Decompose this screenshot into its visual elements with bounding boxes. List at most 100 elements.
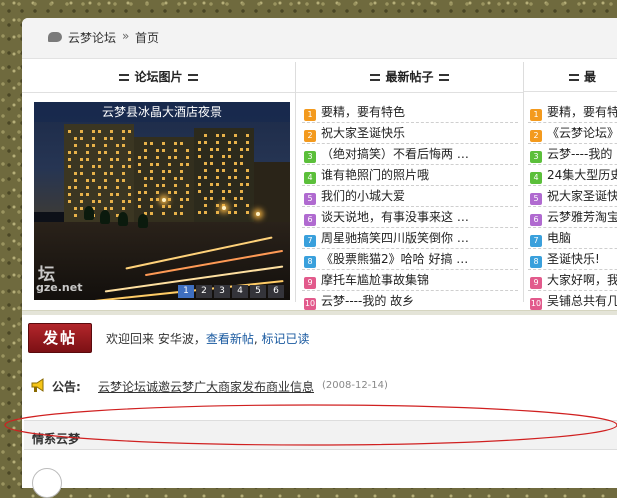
post-title-link[interactable]: 24集大型历史 [547,168,617,182]
lit-window [104,144,107,147]
lit-window [234,169,237,172]
lit-window [74,151,77,154]
lit-window [122,179,125,182]
menu-bars-icon [438,74,449,81]
post-title-link[interactable]: 电脑 [547,231,571,245]
post-title-link[interactable]: 云梦----我的 故乡 [321,294,414,308]
section-title[interactable]: 情系云梦 [32,430,80,447]
lit-window [162,212,165,215]
lit-window [222,162,225,165]
lit-window [216,134,219,137]
mark-read-link[interactable]: 标记已读 [261,332,309,346]
slide-page-button[interactable]: 3 [214,285,230,298]
lit-window [246,169,249,172]
lit-window [138,156,141,159]
photo-slideshow[interactable]: 云梦县冰晶大酒店夜景 坛 gze.net 123456 [34,102,290,300]
lit-window [204,211,207,214]
breadcrumb-current[interactable]: 首页 [135,29,159,46]
lit-window [210,162,213,165]
slide-page-button[interactable]: 2 [196,285,212,298]
lit-window [110,158,113,161]
list-item: 5 祝大家圣诞快 [528,186,617,207]
lit-window [116,179,119,182]
post-title-link[interactable]: 谈天说地，有事没事来这 … [321,210,469,224]
lit-window [168,170,171,173]
lit-window [246,176,249,179]
lit-window [228,190,231,193]
lit-window [128,158,131,161]
third-column-title: 最 [584,70,597,84]
post-title-link[interactable]: 要精，要有特色 [547,105,617,119]
post-title-link[interactable]: 我们的小城大爱 [321,189,405,203]
lit-window [74,144,77,147]
list-item: 1 要精，要有特色 [528,102,617,123]
lit-window [174,191,177,194]
slide-page-button[interactable]: 4 [232,285,248,298]
lit-window [186,198,189,201]
lit-window [98,186,101,189]
slide-page-button[interactable]: 1 [178,285,194,298]
lit-window [180,212,183,215]
list-item: 6 云梦雅芳淘宝 [528,207,617,228]
breadcrumb-home-link[interactable]: 云梦论坛 [68,29,116,46]
rank-badge: 7 [304,235,316,247]
lit-window [228,211,231,214]
lit-window [98,193,101,196]
post-title-link[interactable]: 大家好啊，我 [547,273,617,287]
lit-window [86,158,89,161]
lit-window [222,134,225,137]
main-panel: 云梦论坛 » 首页 论坛图片 最新帖子 最 云梦县冰晶大酒店夜景 坛 gze.n… [22,18,617,488]
post-title-link[interactable]: 云梦雅芳淘宝 [547,210,617,224]
post-title-link[interactable]: 圣诞快乐! [547,252,600,266]
post-title-link[interactable]: 祝大家圣诞快乐 [321,126,405,140]
lit-window [122,172,125,175]
lit-window [198,190,201,193]
lit-window [104,151,107,154]
lit-window [234,176,237,179]
rank-badge: 5 [530,193,542,205]
lit-window [92,165,95,168]
post-title-link[interactable]: 摩托车尴尬事故集锦 [321,273,429,287]
announcement-label: 公告: [52,380,81,394]
lit-window [222,197,225,200]
lit-window [234,162,237,165]
lit-window [74,172,77,175]
lit-window [92,144,95,147]
lit-window [80,200,83,203]
slideshow-pager: 123456 [176,282,284,298]
list-item: 9 大家好啊，我 [528,270,617,291]
lit-window [186,149,189,152]
announcement-link[interactable]: 云梦论坛诚邀云梦广大商家发布商业信息 [98,378,314,395]
menu-bars-icon [569,74,579,81]
post-title-link[interactable]: 谁有艳照门的照片哦 [321,168,429,182]
rank-badge: 3 [530,151,542,163]
rank-badge: 5 [304,193,316,205]
lit-window [204,134,207,137]
lit-window [80,130,83,133]
list-item: 10 吴铺总共有几 [528,291,617,312]
post-title-link[interactable]: 吴铺总共有几 [547,294,617,308]
third-column-header: 最 [524,62,617,92]
lit-window [204,204,207,207]
breadcrumb: 云梦论坛 » 首页 [22,18,617,59]
post-title-link[interactable]: 周星驰搞笑四川版笑倒你 … [321,231,469,245]
list-item: 9 摩托车尴尬事故集锦 [302,270,518,291]
post-title-link[interactable]: 要精，要有特色 [321,105,405,119]
lit-window [116,158,119,161]
list-item: 7 周星驰搞笑四川版笑倒你 … [302,228,518,249]
lit-window [110,130,113,133]
slideshow-caption: 云梦县冰晶大酒店夜景 [34,102,290,122]
lit-window [246,204,249,207]
new-post-button[interactable]: 发帖 [28,323,92,353]
view-new-posts-link[interactable]: 查看新帖 [206,332,254,346]
post-title-link[interactable]: 《股票熊猫2》哈哈 好搞 … [321,252,468,266]
post-title-link[interactable]: （绝对搞笑）不看后悔两 … [321,147,469,161]
post-title-link[interactable]: 云梦----我的 [547,147,612,161]
lit-window [240,183,243,186]
slide-page-button[interactable]: 6 [268,285,284,298]
post-title-link[interactable]: 《云梦论坛》 [547,126,617,140]
post-title-link[interactable]: 祝大家圣诞快 [547,189,617,203]
lit-window [234,197,237,200]
lit-window [104,172,107,175]
slide-page-button[interactable]: 5 [250,285,266,298]
